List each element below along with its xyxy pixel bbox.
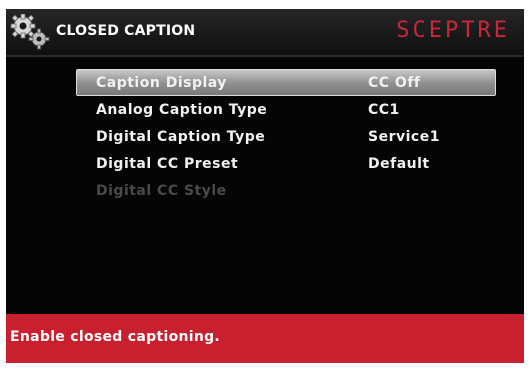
menu-item-analog-caption-type[interactable]: Analog Caption Type CC1 <box>76 96 496 123</box>
menu-item-value: CC Off <box>368 75 421 91</box>
header-divider <box>6 55 524 57</box>
menu-item-label: Analog Caption Type <box>96 102 268 118</box>
menu-item-label: Digital CC Preset <box>96 156 239 172</box>
menu-item-value: Default <box>368 156 430 172</box>
menu-header: CLOSED CAPTION SCEPTRE <box>6 9 524 55</box>
caption-menu: Caption Display CC Off Analog Caption Ty… <box>76 69 496 204</box>
help-bar: Enable closed captioning. <box>6 314 524 363</box>
menu-item-label: Digital CC Style <box>96 183 227 199</box>
tv-osd-screen: CLOSED CAPTION SCEPTRE Caption Display C… <box>6 9 524 363</box>
help-text: Enable closed captioning. <box>10 329 221 345</box>
page-title: CLOSED CAPTION <box>56 23 196 39</box>
menu-item-label: Caption Display <box>96 75 227 91</box>
menu-item-caption-display[interactable]: Caption Display CC Off <box>76 69 496 96</box>
menu-item-label: Digital Caption Type <box>96 129 266 145</box>
menu-item-value: Service1 <box>368 129 440 145</box>
menu-item-digital-caption-type[interactable]: Digital Caption Type Service1 <box>76 123 496 150</box>
brand-logo: SCEPTRE <box>396 18 510 43</box>
menu-item-value: CC1 <box>368 102 400 118</box>
menu-item-digital-cc-style: Digital CC Style <box>76 177 496 204</box>
gears-icon <box>10 14 50 50</box>
menu-item-digital-cc-preset[interactable]: Digital CC Preset Default <box>76 150 496 177</box>
